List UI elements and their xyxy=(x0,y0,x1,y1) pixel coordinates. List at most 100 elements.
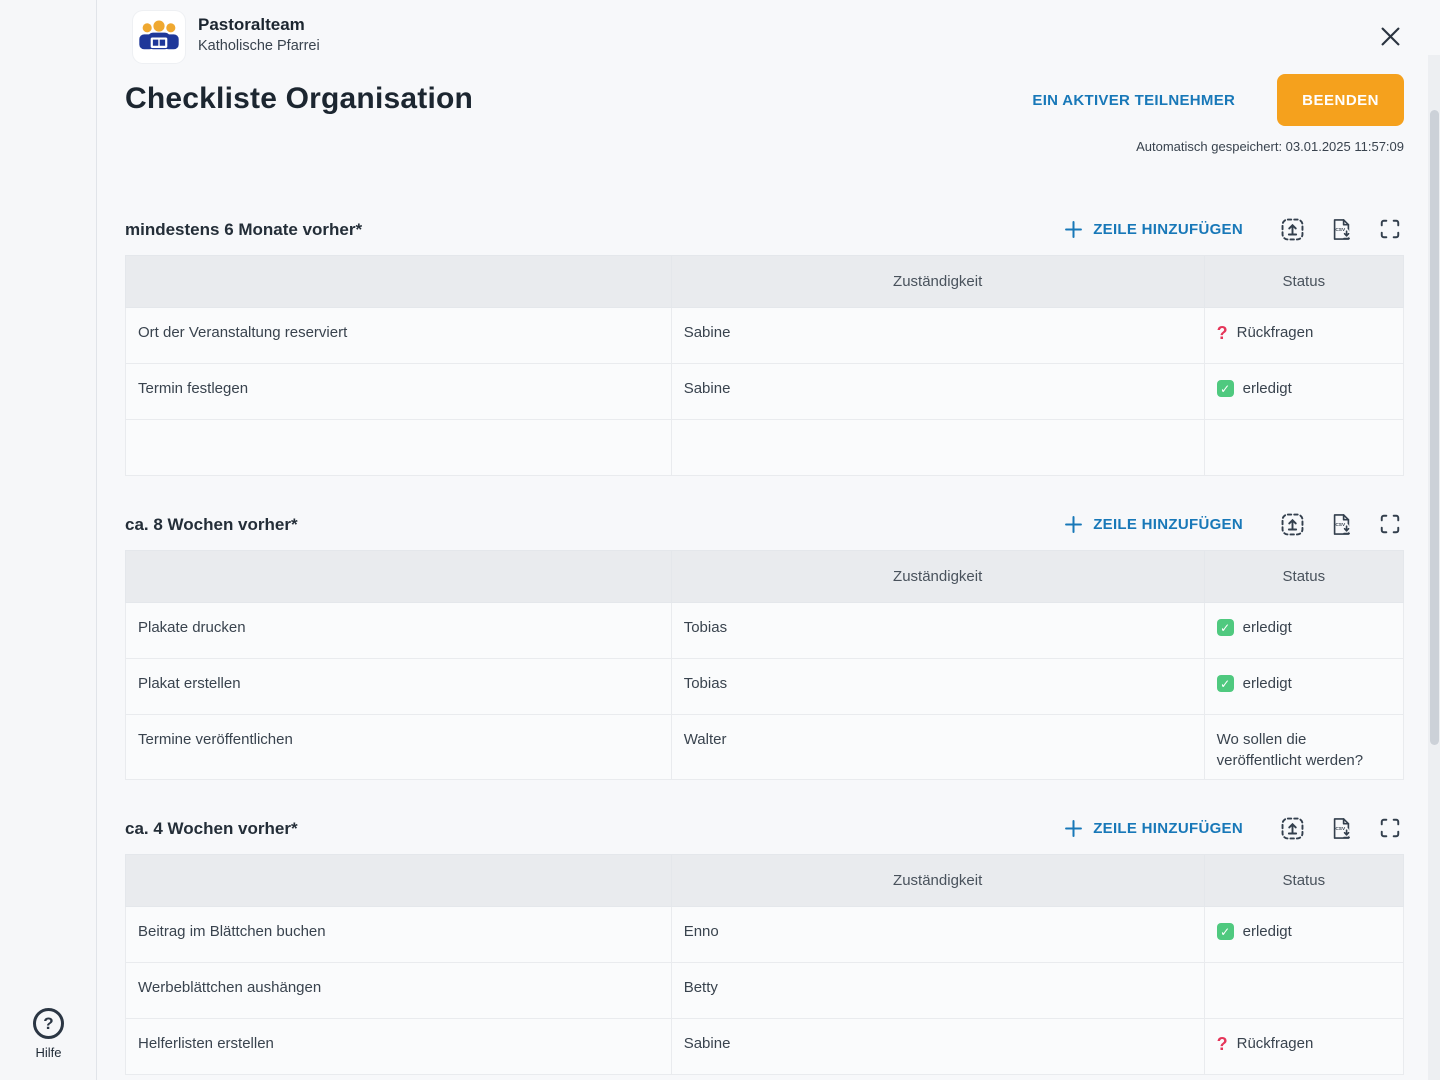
column-header-responsibility: Zuständigkeit xyxy=(671,256,1204,308)
section-title: ca. 4 Wochen vorher* xyxy=(125,819,298,839)
add-row-label: ZEILE HINZUFÜGEN xyxy=(1093,516,1243,533)
status-cell[interactable] xyxy=(1204,963,1403,1019)
status-cell[interactable] xyxy=(1204,420,1403,476)
check-icon xyxy=(1217,619,1234,636)
question-circle-icon xyxy=(33,1008,64,1039)
status-text: Wo sollen die veröffentlicht werden? xyxy=(1217,729,1391,771)
csv-export-button[interactable]: CSV xyxy=(1330,218,1353,241)
add-row-button[interactable]: ZEILE HINZUFÜGEN xyxy=(1063,514,1243,535)
check-icon xyxy=(1217,380,1234,397)
status-cell[interactable]: erledigt xyxy=(1204,603,1403,659)
fullscreen-icon xyxy=(1379,817,1401,839)
section-6-monate: mindestens 6 Monate vorher* ZEILE HINZUF… xyxy=(125,218,1404,476)
responsibility-cell[interactable] xyxy=(671,420,1204,476)
sidebar xyxy=(0,0,97,1080)
section-8-wochen: ca. 8 Wochen vorher* ZEILE HINZUFÜGEN xyxy=(125,513,1404,780)
column-header-status: Status xyxy=(1204,855,1403,907)
plus-icon xyxy=(1063,219,1084,240)
upload-rows-icon xyxy=(1281,513,1304,536)
status-text: Rückfragen xyxy=(1237,322,1314,343)
status-cell[interactable]: Wo sollen die veröffentlicht werden? xyxy=(1204,715,1403,780)
header-row: Zuständigkeit Status xyxy=(126,551,1404,603)
task-cell[interactable]: Plakat erstellen xyxy=(126,659,672,715)
fullscreen-button[interactable] xyxy=(1379,218,1401,241)
section-title: mindestens 6 Monate vorher* xyxy=(125,220,362,240)
status-cell[interactable]: erledigt xyxy=(1204,364,1403,420)
checklist-table: Zuständigkeit Status Beitrag im Blättche… xyxy=(125,854,1404,1075)
status-text: erledigt xyxy=(1243,617,1292,638)
table-row: Termine veröffentlichen Walter Wo sollen… xyxy=(126,715,1404,780)
question-mark-icon xyxy=(1217,324,1228,342)
section-4-wochen: ca. 4 Wochen vorher* ZEILE HINZUFÜGEN xyxy=(125,817,1404,1075)
responsibility-cell[interactable]: Betty xyxy=(671,963,1204,1019)
table-row: Termin festlegen Sabine erledigt xyxy=(126,364,1404,420)
active-participants-link[interactable]: EIN AKTIVER TEILNEHMER xyxy=(1032,92,1235,109)
plus-icon xyxy=(1063,818,1084,839)
scrollbar-thumb[interactable] xyxy=(1430,110,1439,745)
add-row-button[interactable]: ZEILE HINZUFÜGEN xyxy=(1063,219,1243,240)
csv-export-button[interactable]: CSV xyxy=(1330,817,1353,840)
finish-button[interactable]: BEENDEN xyxy=(1277,74,1404,126)
task-cell[interactable]: Ort der Veranstaltung reserviert xyxy=(126,308,672,364)
column-header-status: Status xyxy=(1204,551,1403,603)
close-button[interactable] xyxy=(1377,23,1404,50)
responsibility-cell[interactable]: Tobias xyxy=(671,603,1204,659)
table-row: Plakat erstellen Tobias erledigt xyxy=(126,659,1404,715)
responsibility-cell[interactable]: Walter xyxy=(671,715,1204,780)
task-cell[interactable]: Beitrag im Blättchen buchen xyxy=(126,907,672,963)
csv-export-button[interactable]: CSV xyxy=(1330,513,1353,536)
people-group-icon xyxy=(138,16,180,58)
scrollbar-track[interactable] xyxy=(1428,55,1440,1080)
csv-download-icon: CSV xyxy=(1330,817,1353,840)
fullscreen-button[interactable] xyxy=(1379,513,1401,536)
status-cell[interactable]: erledigt xyxy=(1204,659,1403,715)
checklist-table: Zuständigkeit Status Ort der Veranstaltu… xyxy=(125,255,1404,476)
upload-rows-button[interactable] xyxy=(1281,817,1304,840)
task-cell[interactable]: Termine veröffentlichen xyxy=(126,715,672,780)
responsibility-cell[interactable]: Sabine xyxy=(671,1019,1204,1075)
fullscreen-button[interactable] xyxy=(1379,817,1401,840)
section-title: ca. 8 Wochen vorher* xyxy=(125,515,298,535)
task-cell[interactable]: Helferlisten erstellen xyxy=(126,1019,672,1075)
column-header-status: Status xyxy=(1204,256,1403,308)
fullscreen-icon xyxy=(1379,513,1401,535)
add-row-label: ZEILE HINZUFÜGEN xyxy=(1093,221,1243,238)
help-button[interactable]: Hilfe xyxy=(0,1008,97,1060)
column-header-task xyxy=(126,256,672,308)
responsibility-cell[interactable]: Tobias xyxy=(671,659,1204,715)
status-cell[interactable]: erledigt xyxy=(1204,907,1403,963)
status-cell[interactable]: Rückfragen xyxy=(1204,308,1403,364)
responsibility-cell[interactable]: Sabine xyxy=(671,364,1204,420)
responsibility-cell[interactable]: Sabine xyxy=(671,308,1204,364)
csv-download-icon: CSV xyxy=(1330,513,1353,536)
upload-rows-button[interactable] xyxy=(1281,218,1304,241)
team-name: Pastoralteam xyxy=(198,11,320,35)
task-cell[interactable]: Plakate drucken xyxy=(126,603,672,659)
status-cell[interactable]: Rückfragen xyxy=(1204,1019,1403,1075)
responsibility-cell[interactable]: Enno xyxy=(671,907,1204,963)
column-header-responsibility: Zuständigkeit xyxy=(671,855,1204,907)
header-row: Zuständigkeit Status xyxy=(126,855,1404,907)
column-header-responsibility: Zuständigkeit xyxy=(671,551,1204,603)
status-text: erledigt xyxy=(1243,378,1292,399)
column-header-task xyxy=(126,855,672,907)
question-mark-icon xyxy=(1217,1035,1228,1053)
close-icon xyxy=(1377,23,1404,50)
task-cell[interactable]: Werbeblättchen aushängen xyxy=(126,963,672,1019)
fullscreen-icon xyxy=(1379,218,1401,240)
brand: Pastoralteam Katholische Pfarrei xyxy=(133,11,320,63)
status-text: Rückfragen xyxy=(1237,1033,1314,1054)
table-row: Ort der Veranstaltung reserviert Sabine … xyxy=(126,308,1404,364)
task-cell[interactable]: Termin festlegen xyxy=(126,364,672,420)
upload-rows-icon xyxy=(1281,218,1304,241)
plus-icon xyxy=(1063,514,1084,535)
help-label: Hilfe xyxy=(35,1045,61,1060)
add-row-button[interactable]: ZEILE HINZUFÜGEN xyxy=(1063,818,1243,839)
page-title: Checkliste Organisation xyxy=(125,74,473,116)
team-subtitle: Katholische Pfarrei xyxy=(198,38,320,54)
task-cell[interactable] xyxy=(126,420,672,476)
autosave-status: Automatisch gespeichert: 03.01.2025 11:5… xyxy=(1136,139,1404,154)
upload-rows-button[interactable] xyxy=(1281,513,1304,536)
table-row xyxy=(126,420,1404,476)
upload-rows-icon xyxy=(1281,817,1304,840)
